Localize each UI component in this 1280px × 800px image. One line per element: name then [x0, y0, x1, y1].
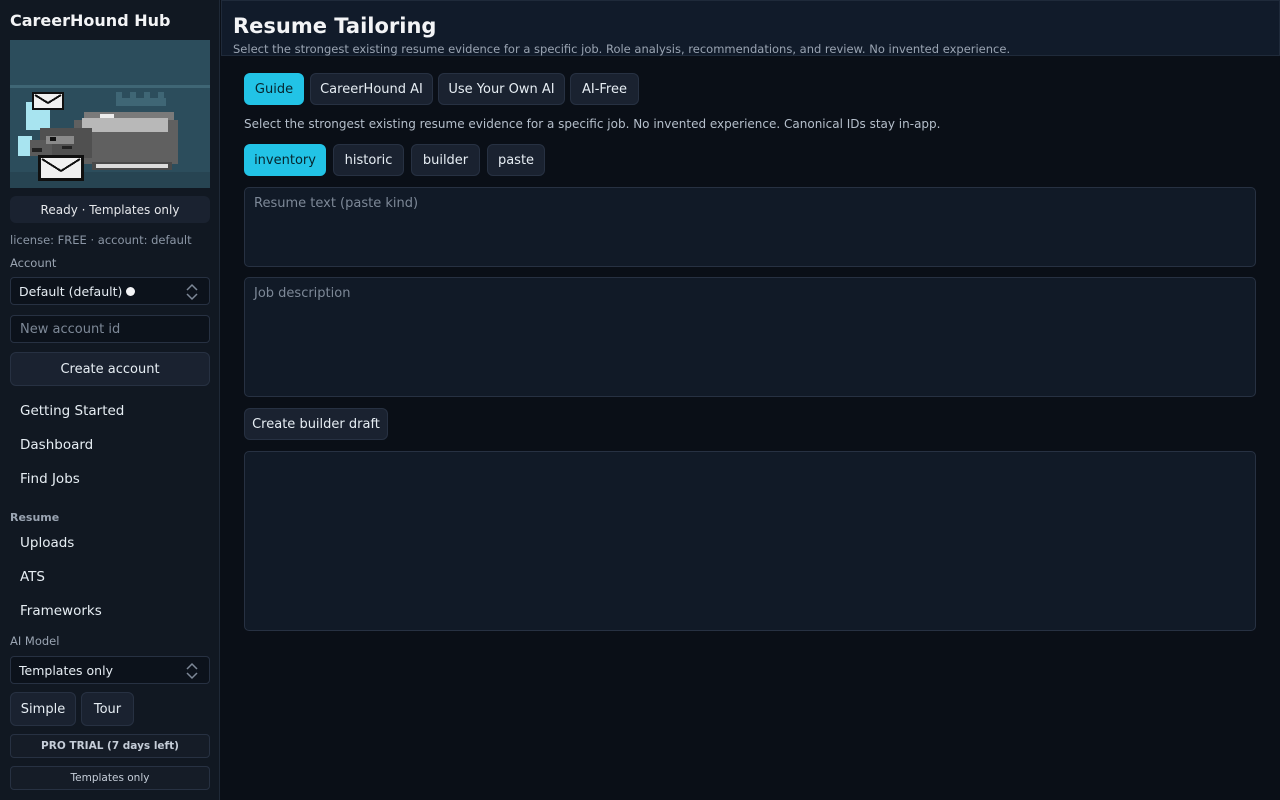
source-tab-inventory[interactable]: inventory — [244, 144, 326, 176]
mascot-image — [10, 40, 210, 188]
tab-guide[interactable]: Guide — [244, 73, 304, 105]
account-select-value: Default (default) — [19, 283, 123, 299]
page-header: Resume Tailoring Select the strongest ex… — [221, 0, 1280, 56]
job-description-input[interactable] — [244, 277, 1256, 397]
status-dot-icon — [126, 286, 136, 296]
trial-badge: PRO TRIAL (7 days left) — [10, 734, 210, 758]
app-title: CareerHound Hub — [10, 11, 171, 30]
tab-careerhound-ai[interactable]: CareerHound AI — [310, 73, 433, 105]
status-indicator: Ready · Templates only — [10, 196, 210, 223]
create-account-button[interactable]: Create account — [10, 352, 210, 386]
page-title: Resume Tailoring — [233, 14, 437, 38]
simple-button[interactable]: Simple — [10, 692, 76, 726]
tab-use-your-own-ai[interactable]: Use Your Own AI — [438, 73, 565, 105]
source-tab-paste[interactable]: paste — [487, 144, 545, 176]
create-builder-draft-button[interactable]: Create builder draft — [244, 408, 388, 440]
page-subtitle: Select the strongest existing resume evi… — [233, 42, 1011, 56]
nav-dashboard[interactable]: Dashboard — [20, 437, 93, 453]
ai-model-label: AI Model — [10, 634, 60, 648]
nav-getting-started[interactable]: Getting Started — [20, 403, 124, 419]
resume-section-label: Resume — [10, 511, 60, 524]
select-arrows-icon — [186, 662, 198, 680]
nav-ats[interactable]: ATS — [20, 569, 45, 585]
resume-text-input[interactable] — [244, 187, 1256, 267]
ai-model-select-value: Templates only — [19, 662, 113, 678]
tour-button[interactable]: Tour — [81, 692, 134, 726]
license-info: license: FREE · account: default — [10, 233, 192, 247]
nav-frameworks[interactable]: Frameworks — [20, 603, 102, 619]
mode-badge: Templates only — [10, 766, 210, 790]
nav-find-jobs[interactable]: Find Jobs — [20, 471, 80, 487]
select-arrows-icon — [186, 283, 198, 301]
main-content: Resume Tailoring Select the strongest ex… — [221, 0, 1280, 800]
envelope-icon — [32, 92, 64, 110]
sidebar: CareerHound Hub Ready · Templates only l… — [0, 0, 220, 800]
helper-text: Select the strongest existing resume evi… — [244, 117, 941, 131]
nav-uploads[interactable]: Uploads — [20, 535, 74, 551]
new-account-input[interactable] — [10, 315, 210, 343]
account-select[interactable]: Default (default) — [10, 277, 210, 305]
source-tab-builder[interactable]: builder — [411, 144, 480, 176]
source-tab-historic[interactable]: historic — [333, 144, 404, 176]
output-panel — [244, 451, 1256, 631]
ai-model-select[interactable]: Templates only — [10, 656, 210, 684]
tab-ai-free[interactable]: AI-Free — [570, 73, 639, 105]
account-label: Account — [10, 256, 57, 270]
